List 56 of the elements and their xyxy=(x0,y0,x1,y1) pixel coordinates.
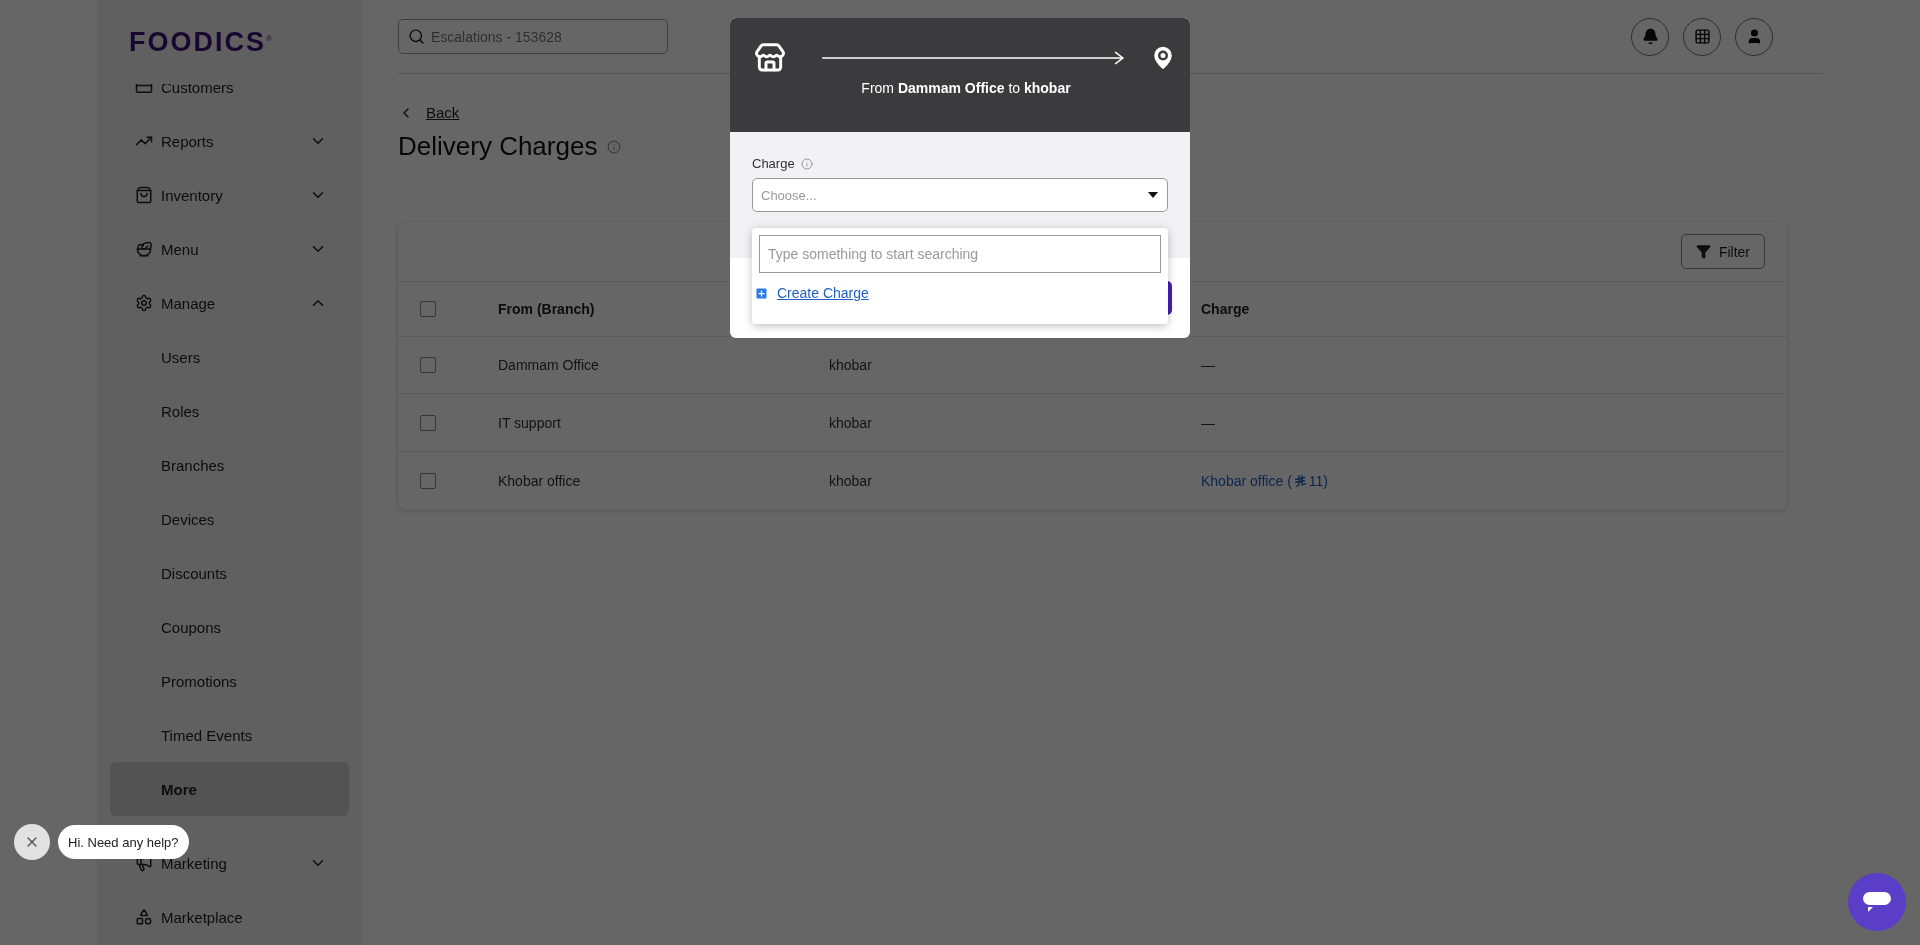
table-cell-text: IT support xyxy=(498,414,562,431)
table-cell-text: khobar xyxy=(829,357,873,373)
caret-icon xyxy=(1147,191,1159,199)
sidebar-subitem[interactable]: Users xyxy=(161,348,201,366)
bag-icon xyxy=(135,186,153,204)
field-label: Charge xyxy=(752,156,795,171)
sidebar-subitem[interactable]: More xyxy=(161,780,197,798)
apps-button[interactable] xyxy=(1683,17,1721,56)
sidebar-subitem[interactable]: Branches xyxy=(161,456,225,474)
checkbox[interactable] xyxy=(420,473,436,489)
profile-button[interactable] xyxy=(1735,17,1773,56)
table-cell-text: khobar xyxy=(829,414,873,431)
riyal-sign-icon xyxy=(1294,475,1306,487)
gear-icon xyxy=(135,294,153,312)
table-cell: — xyxy=(1201,357,1215,373)
sidebar-subitem[interactable]: Timed Events xyxy=(161,726,253,744)
table-cell: — xyxy=(1201,414,1215,431)
grid-icon xyxy=(1693,28,1711,45)
brand-logo: FOODICS$^{®}$ xyxy=(129,26,274,58)
charge-select[interactable]: Choose... xyxy=(752,178,1168,212)
dropdown-search-field[interactable]: Type something to start searching xyxy=(759,235,1161,273)
info-icon xyxy=(607,139,622,154)
chat-greeting: Hi. Need any help? xyxy=(58,825,189,859)
table-cell-text: Dammam Office xyxy=(498,357,600,373)
sidebar-item[interactable]: Marketplace xyxy=(161,908,243,926)
back-link[interactable]: Back xyxy=(426,104,460,121)
create-charge-link[interactable]: Create Charge xyxy=(754,285,869,301)
sidebar-subitem[interactable]: Devices xyxy=(161,510,215,528)
route-description: From Dammam Office to khobar xyxy=(860,80,1072,96)
filter-button[interactable]: Filter xyxy=(1680,234,1765,269)
sidebar-item[interactable]: Reports xyxy=(161,132,214,150)
sidebar-subitem[interactable]: Discounts xyxy=(161,564,227,582)
filter-icon xyxy=(1695,244,1711,259)
bell-icon xyxy=(1641,28,1659,45)
charge-link[interactable]: Khobar office ( 11) xyxy=(1201,473,1328,489)
checkbox[interactable] xyxy=(420,414,436,431)
notifications-button[interactable] xyxy=(1631,17,1669,56)
sidebar-item[interactable]: Manage xyxy=(161,294,216,312)
sidebar-subitem[interactable]: Promotions xyxy=(161,672,237,690)
page-title: Delivery Charges xyxy=(398,131,598,162)
food-icon xyxy=(135,240,153,258)
shapes-icon xyxy=(135,908,153,926)
search-icon xyxy=(408,28,425,45)
store-icon xyxy=(754,42,786,74)
column-header: From (Branch) xyxy=(498,301,596,317)
sidebar-item[interactable]: Menu xyxy=(161,240,199,258)
column-header: Charge xyxy=(1201,301,1251,317)
table-cell-text: khobar xyxy=(829,473,873,489)
sidebar-subitem[interactable]: Coupons xyxy=(161,618,222,636)
checkbox[interactable] xyxy=(420,301,436,317)
table-cell-text: Khobar office xyxy=(498,473,582,489)
sidebar-item[interactable]: Inventory xyxy=(161,186,223,204)
checkbox[interactable] xyxy=(420,357,436,373)
chat-bubble-icon xyxy=(1862,890,1892,914)
info-icon xyxy=(800,157,813,170)
sidebar-subitem[interactable]: Roles xyxy=(161,402,200,420)
